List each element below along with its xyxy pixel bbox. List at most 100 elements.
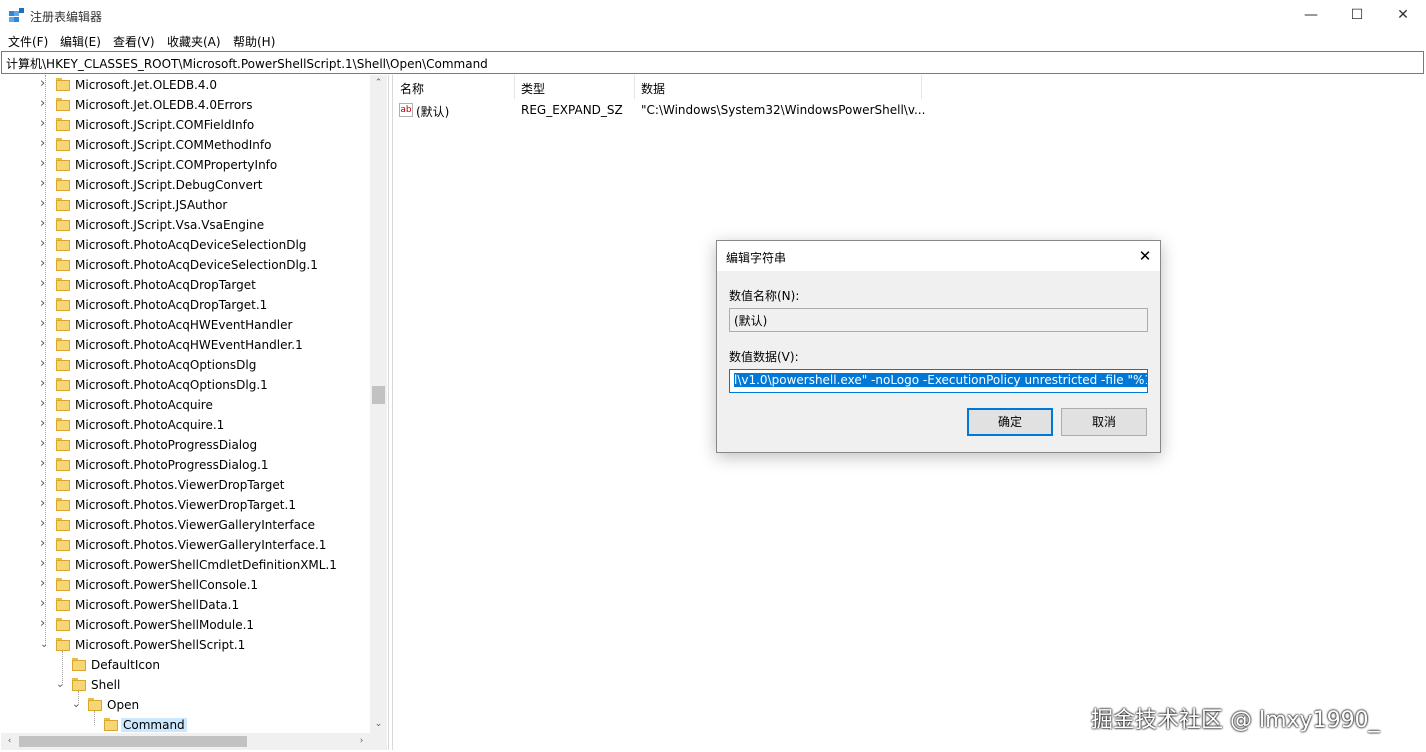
scroll-up-icon[interactable]: ⌃ xyxy=(370,75,387,92)
menu-help[interactable]: 帮助(H) xyxy=(233,33,275,50)
value-row[interactable]: ab (默认) REG_EXPAND_SZ "C:\Windows\System… xyxy=(393,99,926,121)
tree-item[interactable]: › Microsoft.PhotoAcquire xyxy=(1,395,369,415)
tree-item[interactable]: › Microsoft.PowerShellData.1 xyxy=(1,595,369,615)
tree-item[interactable]: › Microsoft.PhotoAcqOptionsDlg.1 xyxy=(1,375,369,395)
value-name-field[interactable]: (默认) xyxy=(729,308,1148,332)
tree-item[interactable]: › Microsoft.JScript.JSAuthor xyxy=(1,195,369,215)
tree-item-label: Command xyxy=(121,718,187,732)
folder-icon xyxy=(72,658,86,671)
folder-icon xyxy=(56,578,70,591)
tree-item[interactable]: › Microsoft.PhotoAcqDeviceSelectionDlg xyxy=(1,235,369,255)
scroll-right-icon[interactable]: › xyxy=(353,733,370,750)
menu-edit[interactable]: 编辑(E) xyxy=(60,33,101,50)
tree-item-label: Microsoft.PhotoProgressDialog.1 xyxy=(75,458,269,472)
regedit-app-icon xyxy=(9,8,24,22)
tree-item[interactable]: › Microsoft.Jet.OLEDB.4.0 xyxy=(1,75,369,95)
tree-item[interactable]: › Microsoft.PhotoAcqDropTarget.1 xyxy=(1,295,369,315)
ok-button[interactable]: 确定 xyxy=(967,408,1053,436)
tree-item[interactable]: ⌄ Shell xyxy=(1,675,369,695)
tree-item[interactable]: › Microsoft.PhotoAcqHWEventHandler xyxy=(1,315,369,335)
tree-item[interactable]: › Microsoft.JScript.Vsa.VsaEngine xyxy=(1,215,369,235)
menu-file[interactable]: 文件(F) xyxy=(8,33,48,50)
dialog-title-bar[interactable]: 编辑字符串 ✕ xyxy=(717,241,1160,271)
tree-item[interactable]: › Microsoft.PhotoProgressDialog xyxy=(1,435,369,455)
tree-item[interactable]: › Microsoft.PhotoAcquire.1 xyxy=(1,415,369,435)
folder-icon xyxy=(56,598,70,611)
tree-item[interactable]: › Microsoft.Photos.ViewerGalleryInterface xyxy=(1,515,369,535)
menu-view[interactable]: 查看(V) xyxy=(113,33,155,50)
folder-icon xyxy=(56,438,70,451)
column-header-name[interactable]: 名称 xyxy=(393,75,515,99)
folder-icon xyxy=(56,138,70,151)
edit-string-dialog: 编辑字符串 ✕ 数值名称(N): (默认) 数值数据(V): l\v1.0\po… xyxy=(716,240,1161,453)
tree-item[interactable]: › Microsoft.Photos.ViewerDropTarget.1 xyxy=(1,495,369,515)
tree-item[interactable]: › Microsoft.JScript.COMPropertyInfo xyxy=(1,155,369,175)
folder-icon xyxy=(56,118,70,131)
folder-icon xyxy=(56,358,70,371)
tree-item-label: Microsoft.JScript.COMFieldInfo xyxy=(75,118,255,132)
tree-connector-line xyxy=(94,711,95,725)
tree-item-label: DefaultIcon xyxy=(91,658,160,672)
tree-item[interactable]: › Microsoft.Jet.OLEDB.4.0Errors xyxy=(1,95,369,115)
chevron-down-icon[interactable]: ⌄ xyxy=(56,679,66,691)
folder-icon xyxy=(88,698,102,711)
hscroll-thumb[interactable] xyxy=(19,736,247,747)
tree-item-label: Microsoft.PhotoAcqHWEventHandler xyxy=(75,318,293,332)
column-header-data[interactable]: 数据 xyxy=(634,75,922,99)
column-header-type[interactable]: 类型 xyxy=(514,75,635,99)
folder-icon xyxy=(56,238,70,251)
tree-item[interactable]: DefaultIcon xyxy=(1,655,369,675)
maximize-button[interactable]: ☐ xyxy=(1334,0,1380,31)
value-data: "C:\Windows\System32\WindowsPowerShell\v… xyxy=(641,103,926,117)
tree-item-label: Microsoft.PhotoAcqDropTarget.1 xyxy=(75,298,268,312)
tree-item[interactable]: › Microsoft.PhotoAcqOptionsDlg xyxy=(1,355,369,375)
scroll-thumb[interactable] xyxy=(372,386,385,404)
title-bar[interactable]: 注册表编辑器 — ☐ ✕ xyxy=(0,0,1426,31)
folder-icon xyxy=(56,298,70,311)
tree-item[interactable]: › Microsoft.JScript.COMFieldInfo xyxy=(1,115,369,135)
folder-icon xyxy=(56,318,70,331)
tree-item[interactable]: ⌄ Open xyxy=(1,695,369,715)
tree-item[interactable]: › Microsoft.JScript.DebugConvert xyxy=(1,175,369,195)
tree-item[interactable]: › Microsoft.PhotoAcqDropTarget xyxy=(1,275,369,295)
tree-horizontal-scrollbar[interactable]: ‹ › xyxy=(1,733,370,750)
scroll-down-icon[interactable]: ⌄ xyxy=(370,716,387,733)
tree-item[interactable]: › Microsoft.PhotoAcqHWEventHandler.1 xyxy=(1,335,369,355)
tree-item[interactable]: › Microsoft.PhotoAcqDeviceSelectionDlg.1 xyxy=(1,255,369,275)
tree-item-label: Microsoft.PowerShellModule.1 xyxy=(75,618,255,632)
string-value-icon: ab xyxy=(399,103,413,117)
chevron-down-icon[interactable]: ⌄ xyxy=(72,699,82,711)
folder-icon xyxy=(56,418,70,431)
menu-favorites[interactable]: 收藏夹(A) xyxy=(167,33,221,50)
tree-item[interactable]: › Microsoft.Photos.ViewerGalleryInterface… xyxy=(1,535,369,555)
tree-vertical-scrollbar[interactable]: ⌃ ⌄ xyxy=(370,75,387,733)
maximize-icon: ☐ xyxy=(1350,7,1364,23)
tree-item[interactable]: Command xyxy=(1,715,369,735)
value-data-label: 数值数据(V): xyxy=(729,350,799,364)
folder-icon xyxy=(56,538,70,551)
address-bar[interactable]: 计算机\HKEY_CLASSES_ROOT\Microsoft.PowerShe… xyxy=(1,51,1424,74)
tree-item[interactable]: ⌄ Microsoft.PowerShellScript.1 xyxy=(1,635,369,655)
tree-item-label: Microsoft.PowerShellCmdletDefinitionXML.… xyxy=(75,558,337,572)
tree-item[interactable]: › Microsoft.PhotoProgressDialog.1 xyxy=(1,455,369,475)
folder-icon xyxy=(56,618,70,631)
scroll-left-icon[interactable]: ‹ xyxy=(1,733,18,750)
cancel-button[interactable]: 取消 xyxy=(1061,408,1147,436)
dialog-close-button[interactable]: ✕ xyxy=(1130,241,1160,271)
tree-item-label: Microsoft.PhotoAcqDeviceSelectionDlg xyxy=(75,238,307,252)
folder-icon xyxy=(56,478,70,491)
tree-item[interactable]: › Microsoft.Photos.ViewerDropTarget xyxy=(1,475,369,495)
tree-item[interactable]: › Microsoft.PowerShellModule.1 xyxy=(1,615,369,635)
folder-icon xyxy=(56,458,70,471)
value-data-input[interactable]: l\v1.0\powershell.exe" -noLogo -Executio… xyxy=(729,369,1148,393)
tree-item[interactable]: › Microsoft.JScript.COMMethodInfo xyxy=(1,135,369,155)
tree-item-label: Microsoft.PhotoAcquire xyxy=(75,398,213,412)
registry-tree-pane[interactable]: › Microsoft.Jet.OLEDB.4.0 › Microsoft.Jet.O… xyxy=(1,75,389,750)
close-button[interactable]: ✕ xyxy=(1380,0,1426,31)
folder-icon xyxy=(72,678,86,691)
minimize-button[interactable]: — xyxy=(1288,0,1334,31)
close-icon: ✕ xyxy=(1397,7,1409,23)
tree-item[interactable]: › Microsoft.PowerShellConsole.1 xyxy=(1,575,369,595)
minimize-icon: — xyxy=(1304,7,1318,23)
tree-item[interactable]: › Microsoft.PowerShellCmdletDefinitionXML… xyxy=(1,555,369,575)
